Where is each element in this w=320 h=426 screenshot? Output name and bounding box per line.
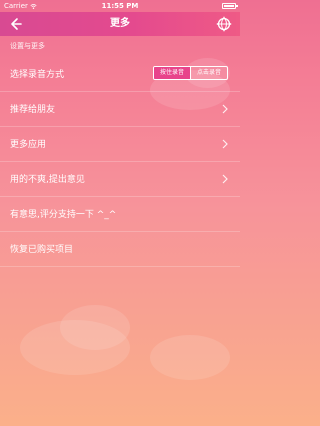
status-bar: Carrier 11:55 PM: [0, 0, 240, 12]
status-time: 11:55 PM: [101, 2, 139, 10]
list-item-more-apps[interactable]: 更多应用: [0, 127, 240, 162]
list-item-label: 有意思,评分支持一下 ^_^: [10, 210, 117, 220]
list-item-label: 恢复已购买项目: [10, 245, 74, 255]
list-item-record-mode: 选择录音方式 按住录音 点击录音: [0, 57, 240, 92]
cloud-decoration: [60, 305, 130, 350]
chevron-right-icon: [222, 104, 228, 114]
list-item-label: 推荐给朋友: [10, 105, 56, 115]
record-mode-segmented-control[interactable]: 按住录音 点击录音: [153, 66, 228, 80]
chevron-right-icon: [222, 174, 228, 184]
page-title: 更多: [110, 18, 130, 29]
record-mode-hold-option[interactable]: 按住录音: [154, 67, 190, 79]
list-item-restore-purchases[interactable]: 恢复已购买项目: [0, 232, 240, 267]
globe-gear-icon[interactable]: [216, 16, 232, 32]
list-item-label: 选择录音方式: [10, 70, 65, 80]
list-item-label: 用的不爽,提出意见: [10, 175, 85, 185]
chevron-right-icon: [222, 139, 228, 149]
navigation-bar: 更多: [0, 12, 240, 36]
record-mode-tap-option[interactable]: 点击录音: [190, 67, 227, 79]
settings-list: 选择录音方式 按住录音 点击录音 推荐给朋友 更多应用 用的不爽,提出意见 有意…: [0, 57, 240, 267]
list-item-recommend[interactable]: 推荐给朋友: [0, 92, 240, 127]
list-item-label: 更多应用: [10, 140, 47, 150]
battery-icon: [222, 3, 238, 9]
section-header: 设置与更多: [10, 42, 45, 50]
list-item-rate[interactable]: 有意思,评分支持一下 ^_^: [0, 197, 240, 232]
cloud-decoration: [150, 335, 230, 380]
list-item-feedback[interactable]: 用的不爽,提出意见: [0, 162, 240, 197]
